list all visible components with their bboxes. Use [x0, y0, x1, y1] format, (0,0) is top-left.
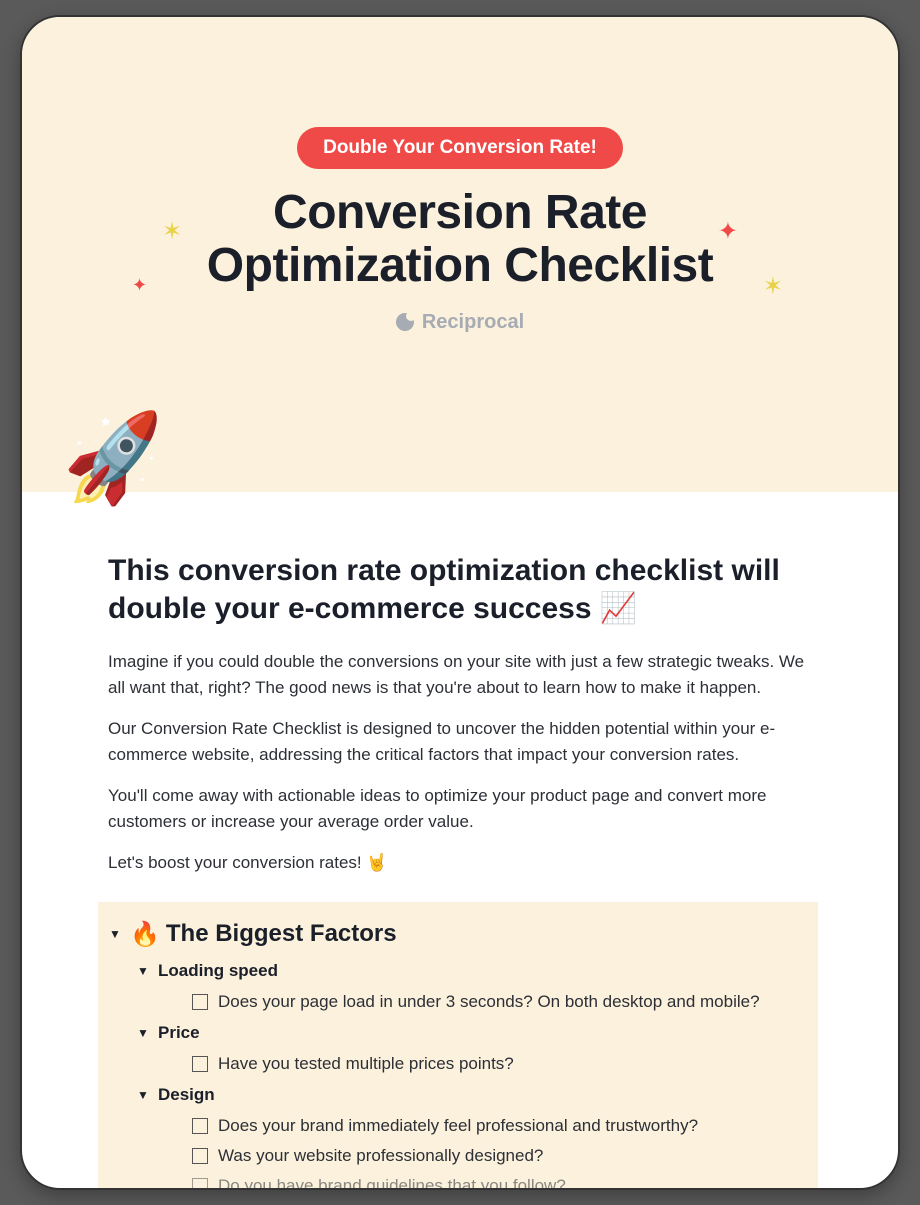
content-area: This conversion rate optimization checkl… [22, 492, 898, 1190]
subsection-toggle[interactable]: ▼ Design [136, 1079, 808, 1111]
hero-banner: Double Your Conversion Rate! Conversion … [22, 17, 898, 492]
sparkle-icon: ✶ [763, 272, 783, 301]
subsection-toggle[interactable]: ▼ Loading speed [136, 955, 808, 987]
intro-paragraph: Our Conversion Rate Checklist is designe… [108, 716, 808, 767]
section-title: 🔥 The Biggest Factors [130, 920, 397, 949]
chevron-down-icon: ▼ [136, 1026, 150, 1040]
section-title-text: The Biggest Factors [166, 920, 397, 948]
checkbox-icon[interactable] [192, 994, 208, 1010]
section-toggle[interactable]: ▼ 🔥 The Biggest Factors [108, 914, 808, 955]
chevron-down-icon: ▼ [136, 964, 150, 978]
subsection: ▼ Loading speed Does your page load in u… [136, 955, 808, 1017]
checkbox-icon[interactable] [192, 1056, 208, 1072]
checklist-item[interactable]: Have you tested multiple prices points? [192, 1049, 808, 1079]
subsection-title: Price [158, 1023, 200, 1043]
intro-paragraph: You'll come away with actionable ideas t… [108, 783, 808, 834]
subsection-title: Loading speed [158, 961, 278, 981]
intro-paragraph: Let's boost your conversion rates! 🤘 [108, 850, 808, 876]
hero-title-line1: Conversion Rate [273, 186, 647, 239]
checklist-item[interactable]: Does your page load in under 3 seconds? … [192, 987, 808, 1017]
document-frame: Double Your Conversion Rate! Conversion … [20, 15, 900, 1190]
checklist-section: ▼ 🔥 The Biggest Factors ▼ Loading speed … [98, 902, 818, 1191]
subsection-title: Design [158, 1085, 215, 1105]
sparkle-icon: ✦ [132, 275, 147, 296]
checklist-item-text: Does your page load in under 3 seconds? … [218, 992, 760, 1012]
checklist-item-text: Does your brand immediately feel profess… [218, 1116, 698, 1136]
sparkle-icon: ✶ [162, 217, 182, 246]
rocket-icon: 🚀 [59, 413, 171, 506]
fade-cutoff [22, 1148, 898, 1188]
brand-logo-icon [396, 313, 414, 331]
chevron-down-icon: ▼ [136, 1088, 150, 1102]
sparkle-icon: ✦ [718, 217, 738, 246]
brand-row: Reciprocal [396, 311, 524, 334]
chevron-down-icon: ▼ [108, 927, 122, 941]
hero-pill: Double Your Conversion Rate! [297, 127, 623, 169]
checklist-item[interactable]: Does your brand immediately feel profess… [192, 1111, 808, 1141]
intro-headline: This conversion rate optimization checkl… [108, 552, 808, 627]
subsection-toggle[interactable]: ▼ Price [136, 1017, 808, 1049]
checklist-item-text: Have you tested multiple prices points? [218, 1054, 514, 1074]
intro-paragraph: Imagine if you could double the conversi… [108, 649, 808, 700]
subsection: ▼ Price Have you tested multiple prices … [136, 1017, 808, 1079]
fire-icon: 🔥 [130, 920, 160, 949]
hero-title-line2: Optimization Checklist [207, 239, 713, 292]
checkbox-icon[interactable] [192, 1118, 208, 1134]
brand-name: Reciprocal [422, 311, 524, 334]
